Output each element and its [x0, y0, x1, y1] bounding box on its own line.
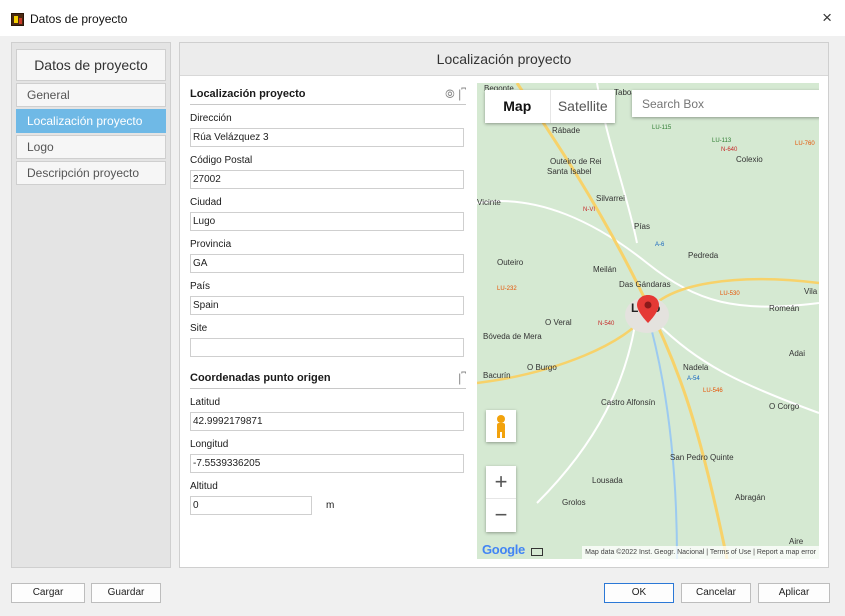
sidebar-item-logo[interactable]: Logo — [16, 135, 166, 159]
cancelar-button[interactable]: Cancelar — [681, 583, 751, 603]
pin-icon[interactable]: ⦾ — [445, 87, 455, 101]
road-label: LU-530 — [720, 291, 740, 297]
site-field[interactable] — [190, 338, 464, 357]
location-section-title: Localización proyecto — [190, 88, 306, 100]
map-place-label: Colexio — [736, 155, 763, 164]
latitude-label: Latitud — [190, 397, 221, 408]
road-label: N-540 — [598, 321, 615, 327]
map-place-label: Nadela — [683, 363, 709, 372]
map-type-control: Map Satellite — [485, 90, 615, 123]
zoom-out-button[interactable]: − — [486, 499, 516, 532]
main-panel: Localización proyecto Localización proye… — [179, 42, 829, 568]
postal-code-label: Código Postal — [190, 155, 253, 166]
map-place-label: Outeiro de Rei — [550, 157, 602, 166]
sidebar: Datos de proyecto General Localización p… — [11, 42, 171, 568]
app-icon — [11, 13, 24, 26]
map-type-satellite-button[interactable]: Satellite — [549, 90, 616, 123]
map-place-label: Vila — [804, 287, 818, 296]
longitude-field[interactable] — [190, 454, 464, 473]
road-label: LU-113 — [712, 138, 732, 144]
map-place-label: Outeiro — [497, 258, 524, 267]
map-place-label: Vicinte — [477, 198, 501, 207]
road-label: LU-232 — [497, 286, 517, 292]
map-place-label: O Corgo — [769, 402, 800, 411]
road-label: LU-546 — [703, 388, 723, 394]
pegman-icon[interactable] — [486, 410, 516, 442]
province-field[interactable] — [190, 254, 464, 273]
bracket-icon[interactable]: |⎴ — [458, 371, 466, 385]
map-footer: Google Map data ©2022 Inst. Geogr. Nacio… — [477, 542, 819, 559]
map-place-label: Castro Alfonsín — [601, 398, 655, 407]
keyboard-icon[interactable] — [531, 548, 543, 556]
map-place-label: Rábade — [552, 126, 581, 135]
map-place-label: Silvarrei — [596, 194, 625, 203]
road-label: LU-760 — [795, 141, 815, 147]
altitude-unit: m — [326, 500, 335, 511]
map-search-input[interactable] — [632, 90, 819, 117]
site-label: Site — [190, 323, 208, 334]
country-label: País — [190, 281, 211, 292]
province-label: Provincia — [190, 239, 232, 250]
sidebar-header: Datos de proyecto — [16, 49, 166, 81]
city-field[interactable] — [190, 212, 464, 231]
longitude-label: Longitud — [190, 439, 229, 450]
road-label: N-640 — [721, 147, 738, 153]
altitude-label: Altitud — [190, 481, 218, 492]
map-place-label: Bacurín — [483, 371, 511, 380]
bracket-icon[interactable]: |⎴ — [458, 87, 466, 101]
map-canvas: Begonte Taboa Rábade Outeiro de Rei Sant… — [477, 83, 819, 559]
aplicar-button[interactable]: Aplicar — [758, 583, 830, 603]
map-place-label: Pías — [634, 222, 650, 231]
ok-button[interactable]: OK — [604, 583, 674, 603]
map-place-label: Grolos — [562, 498, 586, 507]
city-label: Ciudad — [190, 197, 222, 208]
country-field[interactable] — [190, 296, 464, 315]
zoom-control: + − — [486, 466, 516, 532]
map-place-label: Pedreda — [688, 251, 719, 260]
map-place-label: Romeán — [769, 304, 799, 313]
zoom-in-button[interactable]: + — [486, 466, 516, 499]
location-section-header: Localización proyecto ⦾ |⎴ — [190, 83, 466, 105]
sidebar-item-general[interactable]: General — [16, 83, 166, 107]
latitude-field[interactable] — [190, 412, 464, 431]
map-place-label: O Burgo — [527, 363, 557, 372]
origin-section-title: Coordenadas punto origen — [190, 372, 331, 384]
guardar-button[interactable]: Guardar — [91, 583, 161, 603]
map-place-label: San Pedro Quinte — [670, 453, 734, 462]
road-label: LU-115 — [652, 125, 672, 131]
sidebar-item-localizacion[interactable]: Localización proyecto — [16, 109, 166, 133]
map-place-label: Bóveda de Mera — [483, 332, 542, 341]
map-place-label: O Veral — [545, 318, 572, 327]
close-button[interactable]: × — [822, 8, 832, 28]
postal-code-field[interactable] — [190, 170, 464, 189]
road-label: A-6 — [655, 242, 665, 248]
cargar-button[interactable]: Cargar — [11, 583, 85, 603]
map-view[interactable]: Begonte Taboa Rábade Outeiro de Rei Sant… — [477, 83, 819, 559]
map-place-label: Adai — [789, 349, 805, 358]
window-title: Datos de proyecto — [30, 12, 128, 26]
map-place-label: Das Gándaras — [619, 280, 671, 289]
page-title: Localización proyecto — [180, 43, 828, 76]
map-attribution[interactable]: Map data ©2022 Inst. Geogr. Nacional | T… — [582, 546, 819, 559]
map-place-label: Santa Isabel — [547, 167, 592, 176]
map-place-label: Lousada — [592, 476, 623, 485]
address-label: Dirección — [190, 113, 232, 124]
address-field[interactable] — [190, 128, 464, 147]
origin-section-header: Coordenadas punto origen |⎴ — [190, 367, 466, 389]
map-place-label: Meilán — [593, 265, 617, 274]
sidebar-item-descripcion[interactable]: Descripción proyecto — [16, 161, 166, 185]
map-place-label: Abragán — [735, 493, 765, 502]
map-type-map-button[interactable]: Map — [485, 90, 550, 123]
road-label: N-VI — [583, 207, 595, 213]
altitude-field[interactable] — [190, 496, 312, 515]
title-bar: Datos de proyecto × — [0, 0, 845, 36]
location-form: Localización proyecto ⦾ |⎴ Dirección Cód… — [190, 83, 466, 515]
google-logo: Google — [482, 542, 525, 557]
road-label: A-54 — [687, 376, 700, 382]
